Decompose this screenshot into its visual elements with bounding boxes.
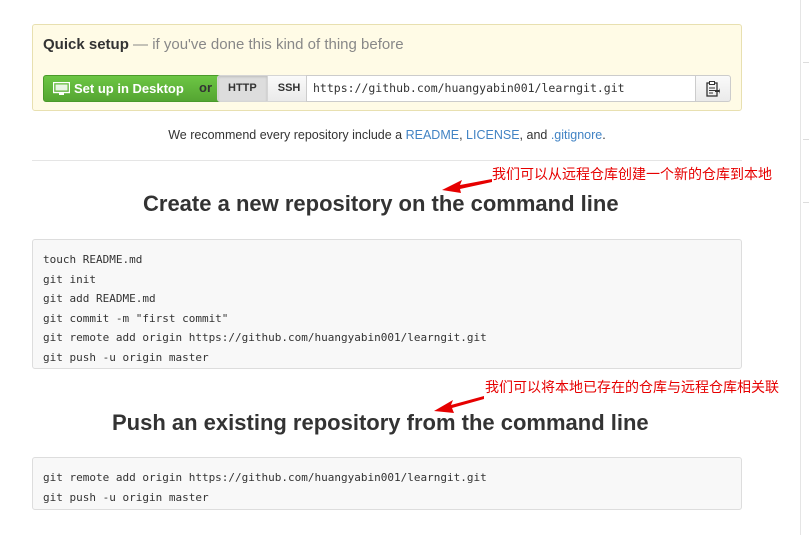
recommend-suffix: . [602,128,606,142]
gitignore-link[interactable]: .gitignore [551,128,602,142]
push-existing-repo-heading: Push an existing repository from the com… [112,410,649,435]
edge-mark [803,139,809,140]
create-new-repo-commands: touch README.md git init git add README.… [32,239,742,369]
setup-in-desktop-label: Set up in Desktop [74,81,184,96]
desktop-monitor-icon [53,82,70,95]
command-line: git remote add origin https://github.com… [43,331,487,344]
copy-url-button[interactable] [696,75,731,102]
protocol-toggle: HTTP SSH [217,75,312,102]
readme-link[interactable]: README [406,128,459,142]
quick-setup-heading: Quick setup — if you've done this kind o… [43,36,404,53]
ssh-protocol-button[interactable]: SSH [267,75,312,102]
annotation-push-existing: 我们可以将本地已存在的仓库与远程仓库相关联 [485,380,779,396]
clone-url-field[interactable]: https://github.com/huangyabin001/learngi… [306,75,696,102]
quick-setup-title: Quick setup [43,36,129,53]
recommend-prefix: We recommend every repository include a [168,128,406,142]
command-line: git push -u origin master [43,350,209,364]
command-line: touch README.md [43,253,143,266]
command-line: git remote add origin https://github.com… [43,471,487,484]
create-new-repo-heading: Create a new repository on the command l… [143,191,619,216]
recommendation-text: We recommend every repository include a … [0,128,774,142]
command-line: git init [43,272,96,286]
command-line: git push -u origin master [43,490,209,504]
recommend-sep: , [459,128,467,142]
edge-mark [803,62,809,63]
push-existing-repo-commands: git remote add origin https://github.com… [32,457,742,510]
command-line: git commit -m "first commit" [43,311,229,325]
clipboard-icon [706,81,720,97]
annotation-create-new: 我们可以从远程仓库创建一个新的仓库到本地 [492,167,772,183]
quick-setup-panel: Quick setup — if you've done this kind o… [32,24,742,111]
quick-setup-subtitle: — if you've done this kind of thing befo… [133,36,404,53]
http-protocol-button[interactable]: HTTP [217,75,268,102]
or-label: or [199,80,212,95]
command-line: git add README.md [43,292,156,305]
right-edge-strip [800,0,809,535]
section-divider [32,160,742,161]
license-link[interactable]: LICENSE [466,128,520,142]
edge-mark [803,202,809,203]
recommend-sep: , and [519,128,551,142]
